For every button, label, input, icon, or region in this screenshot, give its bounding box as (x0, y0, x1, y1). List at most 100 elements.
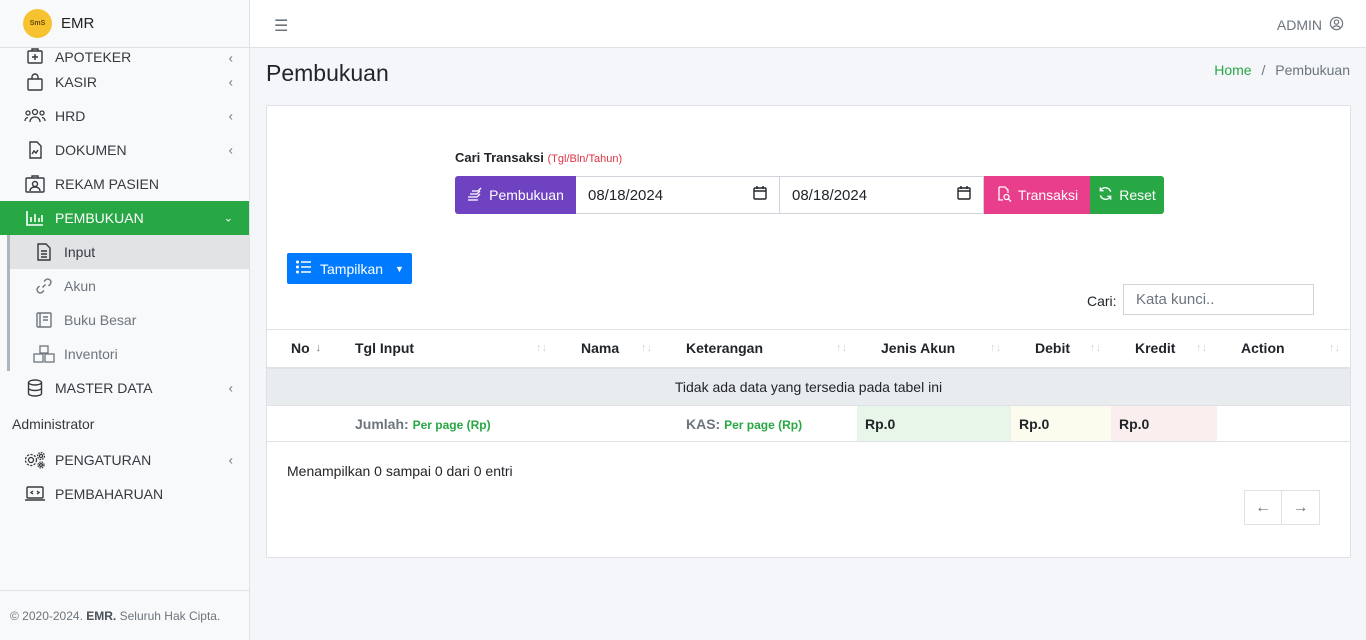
column-header-nama[interactable]: Nama ↑↓ (557, 329, 662, 369)
bar-chart-icon (24, 209, 46, 227)
list-icon (295, 260, 312, 277)
sidebar-subitem-label: Input (64, 244, 96, 260)
jumlah-label-text: Jumlah: (355, 415, 409, 432)
patient-record-icon (24, 175, 46, 193)
database-icon (24, 379, 46, 397)
column-header-jenis-akun[interactable]: Jenis Akun ↑↓ (857, 329, 1011, 369)
pagination: ← → (1244, 490, 1320, 525)
column-header-action[interactable]: Action ↑↓ (1217, 329, 1350, 369)
kas-sub: Per page (Rp) (724, 417, 803, 432)
user-name: ADMIN (1276, 17, 1322, 33)
user-menu[interactable]: ADMIN (1277, 16, 1344, 34)
sidebar-item-pembukuan[interactable]: PEMBUKUAN ⌄ (0, 201, 249, 235)
sidebar-item-label: PENGATURAN (55, 452, 152, 468)
table-footer-row: Jumlah: Per page (Rp) KAS: Per page (Rp)… (267, 405, 1350, 442)
search-table-input[interactable]: Kata kunci.. (1123, 284, 1314, 315)
sidebar-subitem-input[interactable]: Input (10, 235, 249, 269)
sort-icon: ↑↓ (990, 342, 1001, 354)
transaksi-button[interactable]: Transaksi (984, 176, 1090, 214)
sidebar-item-master-data[interactable]: MASTER DATA ‹ (0, 371, 249, 405)
jumlah-label: Jumlah: Per page (Rp) (267, 405, 662, 442)
arrow-left-icon: ← (1255, 498, 1271, 516)
date-from-input[interactable]: 08/18/2024 (576, 176, 780, 214)
sidebar-item-dokumen[interactable]: DOKUMEN ‹ (0, 133, 249, 167)
column-header-no[interactable]: No ↓ (267, 329, 331, 369)
reset-button-label: Reset (1119, 187, 1156, 203)
sidebar-item-label: KASIR (55, 74, 98, 90)
caret-down-icon: ▼ (395, 263, 404, 274)
breadcrumb-home-link[interactable]: Home (1214, 62, 1251, 78)
reset-button[interactable]: Reset (1090, 176, 1164, 214)
sort-icon: ↑↓ (1090, 342, 1101, 354)
table-header-row: No ↓ Tgl Input ↑↓ Nama ↑↓ Keterangan ↑↓ Jeni… (267, 329, 1350, 369)
pembukuan-button[interactable]: Pembukuan (455, 176, 576, 214)
column-header-debit[interactable]: Debit ↑↓ (1011, 329, 1111, 369)
shopping-bag-icon (24, 73, 46, 91)
column-header-label: No (291, 340, 310, 357)
debit-total: Rp.0 (1011, 405, 1111, 442)
document-icon (24, 141, 46, 159)
sidebar-subitem-buku-besar[interactable]: Buku Besar (10, 303, 249, 337)
kas-label-text: KAS: (686, 415, 721, 432)
file-text-icon (33, 243, 55, 261)
transactions-table: No ↓ Tgl Input ↑↓ Nama ↑↓ Keterangan ↑↓ Jeni… (267, 329, 1350, 442)
date-to-value: 08/18/2024 (792, 186, 868, 204)
column-header-keterangan[interactable]: Keterangan ↑↓ (662, 329, 857, 369)
arrow-right-icon: → (1292, 498, 1309, 516)
coins-icon (467, 187, 483, 204)
people-icon (24, 107, 46, 125)
date-from-value: 08/18/2024 (588, 186, 664, 204)
sidebar-item-apoteker[interactable]: APOTEKER ‹ (0, 48, 249, 65)
copyright-prefix: © 2020-2024. (10, 608, 83, 623)
sidebar-item-label: APOTEKER (55, 49, 132, 65)
sidebar-subitem-akun[interactable]: Akun (10, 269, 249, 303)
sidebar-item-pengaturan[interactable]: PENGATURAN ‹ (0, 443, 249, 477)
search-hint: (Tgl/Bln/Tahun) (547, 153, 623, 165)
tampilkan-dropdown-button[interactable]: Tampilkan ▼ (287, 253, 412, 284)
column-header-tgl-input[interactable]: Tgl Input ↑↓ (331, 329, 557, 369)
sidebar-item-rekam-pasien[interactable]: REKAM PASIEN (0, 167, 249, 201)
menu-toggle-icon[interactable]: ☰ (274, 16, 288, 36)
calendar-icon[interactable] (753, 186, 767, 204)
action-total (1217, 405, 1350, 442)
chevron-left-icon: ‹ (228, 452, 233, 468)
brand-link[interactable]: SmS EMR (0, 0, 249, 48)
sidebar-item-pembaharuan[interactable]: PEMBAHARUAN (0, 477, 249, 511)
chevron-left-icon: ‹ (228, 74, 233, 90)
chevron-left-icon: ‹ (228, 108, 233, 124)
sidebar-subitem-inventori[interactable]: Inventori (10, 337, 249, 371)
chevron-left-icon: ‹ (228, 142, 233, 158)
breadcrumb-separator: / (1261, 62, 1266, 78)
table-empty-row: Tidak ada data yang tersedia pada tabel … (267, 367, 1350, 406)
breadcrumb: Home / Pembukuan (1214, 62, 1350, 78)
sort-icon: ↓ (315, 342, 322, 354)
sidebar-item-label: DOKUMEN (55, 142, 127, 158)
sidebar-subitem-label: Akun (64, 278, 96, 294)
transaksi-button-label: Transaksi (1017, 187, 1079, 203)
sidebar-item-hrd[interactable]: HRD ‹ (0, 99, 249, 133)
calendar-icon[interactable] (957, 186, 971, 204)
breadcrumb-current: Pembukuan (1275, 62, 1350, 78)
jumlah-sub: Per page (Rp) (412, 417, 491, 432)
sort-icon: ↑↓ (1196, 342, 1207, 354)
main-card: Cari Transaksi (Tgl/Bln/Tahun) Pembukuan… (266, 105, 1351, 558)
sidebar-footer: © 2020-2024. EMR. Seluruh Hak Cipta. (0, 590, 249, 640)
medical-kit-icon (24, 48, 46, 65)
top-navbar: ☰ ADMIN (250, 0, 1366, 48)
column-header-label: Debit (1035, 340, 1070, 357)
brand-name: EMR (61, 15, 95, 32)
file-search-icon (996, 185, 1012, 205)
column-header-label: Kredit (1135, 340, 1176, 357)
column-header-label: Keterangan (686, 340, 764, 357)
column-header-kredit[interactable]: Kredit ↑↓ (1111, 329, 1217, 369)
previous-page-button[interactable]: ← (1244, 490, 1282, 525)
sidebar-subitem-label: Buku Besar (64, 312, 137, 328)
tampilkan-button-label: Tampilkan (320, 260, 384, 277)
next-page-button[interactable]: → (1282, 490, 1320, 525)
sidebar-item-kasir[interactable]: KASIR ‹ (0, 65, 249, 99)
kas-label: KAS: Per page (Rp) (662, 405, 857, 442)
table-empty-message: Tidak ada data yang tersedia pada tabel … (267, 367, 1350, 406)
refresh-icon (1098, 186, 1113, 204)
date-to-input[interactable]: 08/18/2024 (780, 176, 984, 214)
sidebar: SmS EMR APOTEKER ‹ KASIR ‹ HRD ‹ DOKUMEN… (0, 0, 250, 640)
